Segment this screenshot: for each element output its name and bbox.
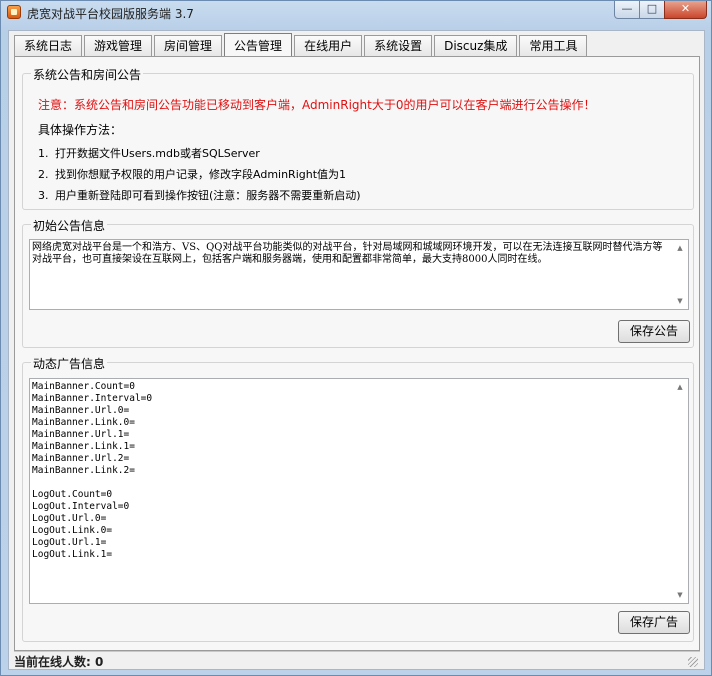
initial-notice-group-title: 初始公告信息 <box>31 217 108 234</box>
ad-config-text: MainBanner.Count=0 MainBanner.Interval=0… <box>32 381 153 560</box>
save-ad-button[interactable]: 保存广告 <box>618 611 690 634</box>
step-text: 用户重新登陆即可看到操作按钮(注意：服务器不需要重新启动) <box>55 189 361 202</box>
close-button[interactable]: ✕ <box>664 1 707 19</box>
status-bar: 当前在线人数: 0 <box>14 651 700 669</box>
announcement-panel: 系统公告和房间公告 注意：系统公告和房间公告功能已移动到客户端，AdminRig… <box>14 57 700 651</box>
scroll-up-arrow-icon[interactable]: ▲ <box>674 381 686 393</box>
scroll-up-arrow-icon[interactable]: ▲ <box>674 242 686 254</box>
app-logo-icon <box>7 5 21 19</box>
maximize-button[interactable]: □ <box>639 1 665 19</box>
step-text: 打开数据文件Users.mdb或者SQLServer <box>55 147 260 160</box>
ad-group-title: 动态广告信息 <box>31 355 108 372</box>
step-number: 3. <box>38 189 49 202</box>
step-item: 3. 用户重新登陆即可看到操作按钮(注意：服务器不需要重新启动) <box>38 187 361 203</box>
step-number: 2. <box>38 168 49 181</box>
minimize-button[interactable]: — <box>614 1 640 19</box>
main-window: 虎宽对战平台校园版服务端 3.7 — □ ✕ 系统日志 游戏管理 房间管理 公告… <box>0 0 712 676</box>
tab-online-users[interactable]: 在线用户 <box>294 35 363 57</box>
tab-system-log[interactable]: 系统日志 <box>14 35 83 57</box>
system-notice-group: 系统公告和房间公告 注意：系统公告和房间公告功能已移动到客户端，AdminRig… <box>22 66 694 210</box>
tab-strip: 系统日志 游戏管理 房间管理 公告管理 在线用户 系统设置 Discuz集成 常… <box>14 33 589 57</box>
title-bar[interactable]: 虎宽对战平台校园版服务端 3.7 — □ ✕ <box>1 1 711 27</box>
tab-announcement-management[interactable]: 公告管理 <box>224 33 293 57</box>
online-count-status: 当前在线人数: 0 <box>14 655 104 669</box>
tab-game-management[interactable]: 游戏管理 <box>84 35 153 57</box>
tab-common-tools[interactable]: 常用工具 <box>519 35 588 57</box>
step-text: 找到你想赋予权限的用户记录，修改字段AdminRight值为1 <box>55 168 347 181</box>
steps-title: 具体操作方法： <box>38 123 123 137</box>
window-title: 虎宽对战平台校园版服务端 3.7 <box>27 7 194 21</box>
client-area: 系统日志 游戏管理 房间管理 公告管理 在线用户 系统设置 Discuz集成 常… <box>8 30 705 670</box>
step-number: 1. <box>38 147 49 160</box>
initial-notice-text: 网络虎宽对战平台是一个和浩方、VS、QQ对战平台功能类似的对战平台，针对局域网和… <box>32 242 663 265</box>
tab-system-settings[interactable]: 系统设置 <box>364 35 433 57</box>
scroll-down-arrow-icon[interactable]: ▼ <box>674 295 686 307</box>
initial-notice-textarea[interactable]: 网络虎宽对战平台是一个和浩方、VS、QQ对战平台功能类似的对战平台，针对局域网和… <box>29 239 689 310</box>
resize-grip-icon[interactable] <box>688 657 698 667</box>
notice-warning-text: 注意：系统公告和房间公告功能已移动到客户端，AdminRight大于0的用户可以… <box>38 98 596 112</box>
step-item: 2. 找到你想赋予权限的用户记录，修改字段AdminRight值为1 <box>38 166 346 182</box>
tab-room-management[interactable]: 房间管理 <box>154 35 223 57</box>
step-item: 1. 打开数据文件Users.mdb或者SQLServer <box>38 145 260 161</box>
scroll-down-arrow-icon[interactable]: ▼ <box>674 589 686 601</box>
save-notice-button[interactable]: 保存公告 <box>618 320 690 343</box>
tab-discuz-integration[interactable]: Discuz集成 <box>434 35 518 57</box>
ad-config-textarea[interactable]: MainBanner.Count=0 MainBanner.Interval=0… <box>29 378 689 604</box>
system-notice-group-title: 系统公告和房间公告 <box>31 66 144 83</box>
